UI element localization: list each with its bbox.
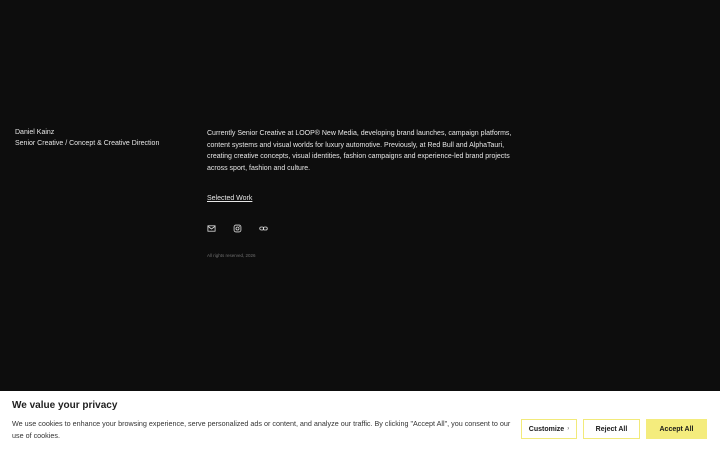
profile-identity: Daniel Kainz Senior Creative / Concept &…	[15, 127, 159, 149]
accept-all-button[interactable]: Accept All	[646, 419, 707, 439]
reject-all-button[interactable]: Reject All	[583, 419, 640, 439]
chevron-right-icon: ›	[567, 426, 570, 432]
customize-label: Customize	[528, 425, 565, 433]
profile-name: Daniel Kainz	[15, 129, 55, 136]
cookie-message: We use cookies to enhance your browsing …	[12, 419, 511, 440]
profile-role: Senior Creative / Concept & Creative Dir…	[15, 140, 160, 147]
cookie-title: We value your privacy	[12, 400, 118, 411]
social-links	[207, 224, 268, 233]
cookie-banner: We value your privacy We use cookies to …	[0, 391, 720, 450]
link-icon[interactable]	[259, 224, 268, 233]
customize-button[interactable]: Customize ›	[521, 419, 577, 439]
reject-label: Reject All	[595, 425, 628, 433]
bio-text: Currently Senior Creative at LOOP® New M…	[207, 130, 512, 172]
copyright-text: All rights reserved, 2026	[207, 253, 256, 258]
mail-icon[interactable]	[207, 224, 216, 233]
instagram-icon[interactable]	[233, 224, 242, 233]
accept-label: Accept All	[659, 425, 694, 433]
selected-work-link[interactable]: Selected Work	[207, 195, 252, 202]
